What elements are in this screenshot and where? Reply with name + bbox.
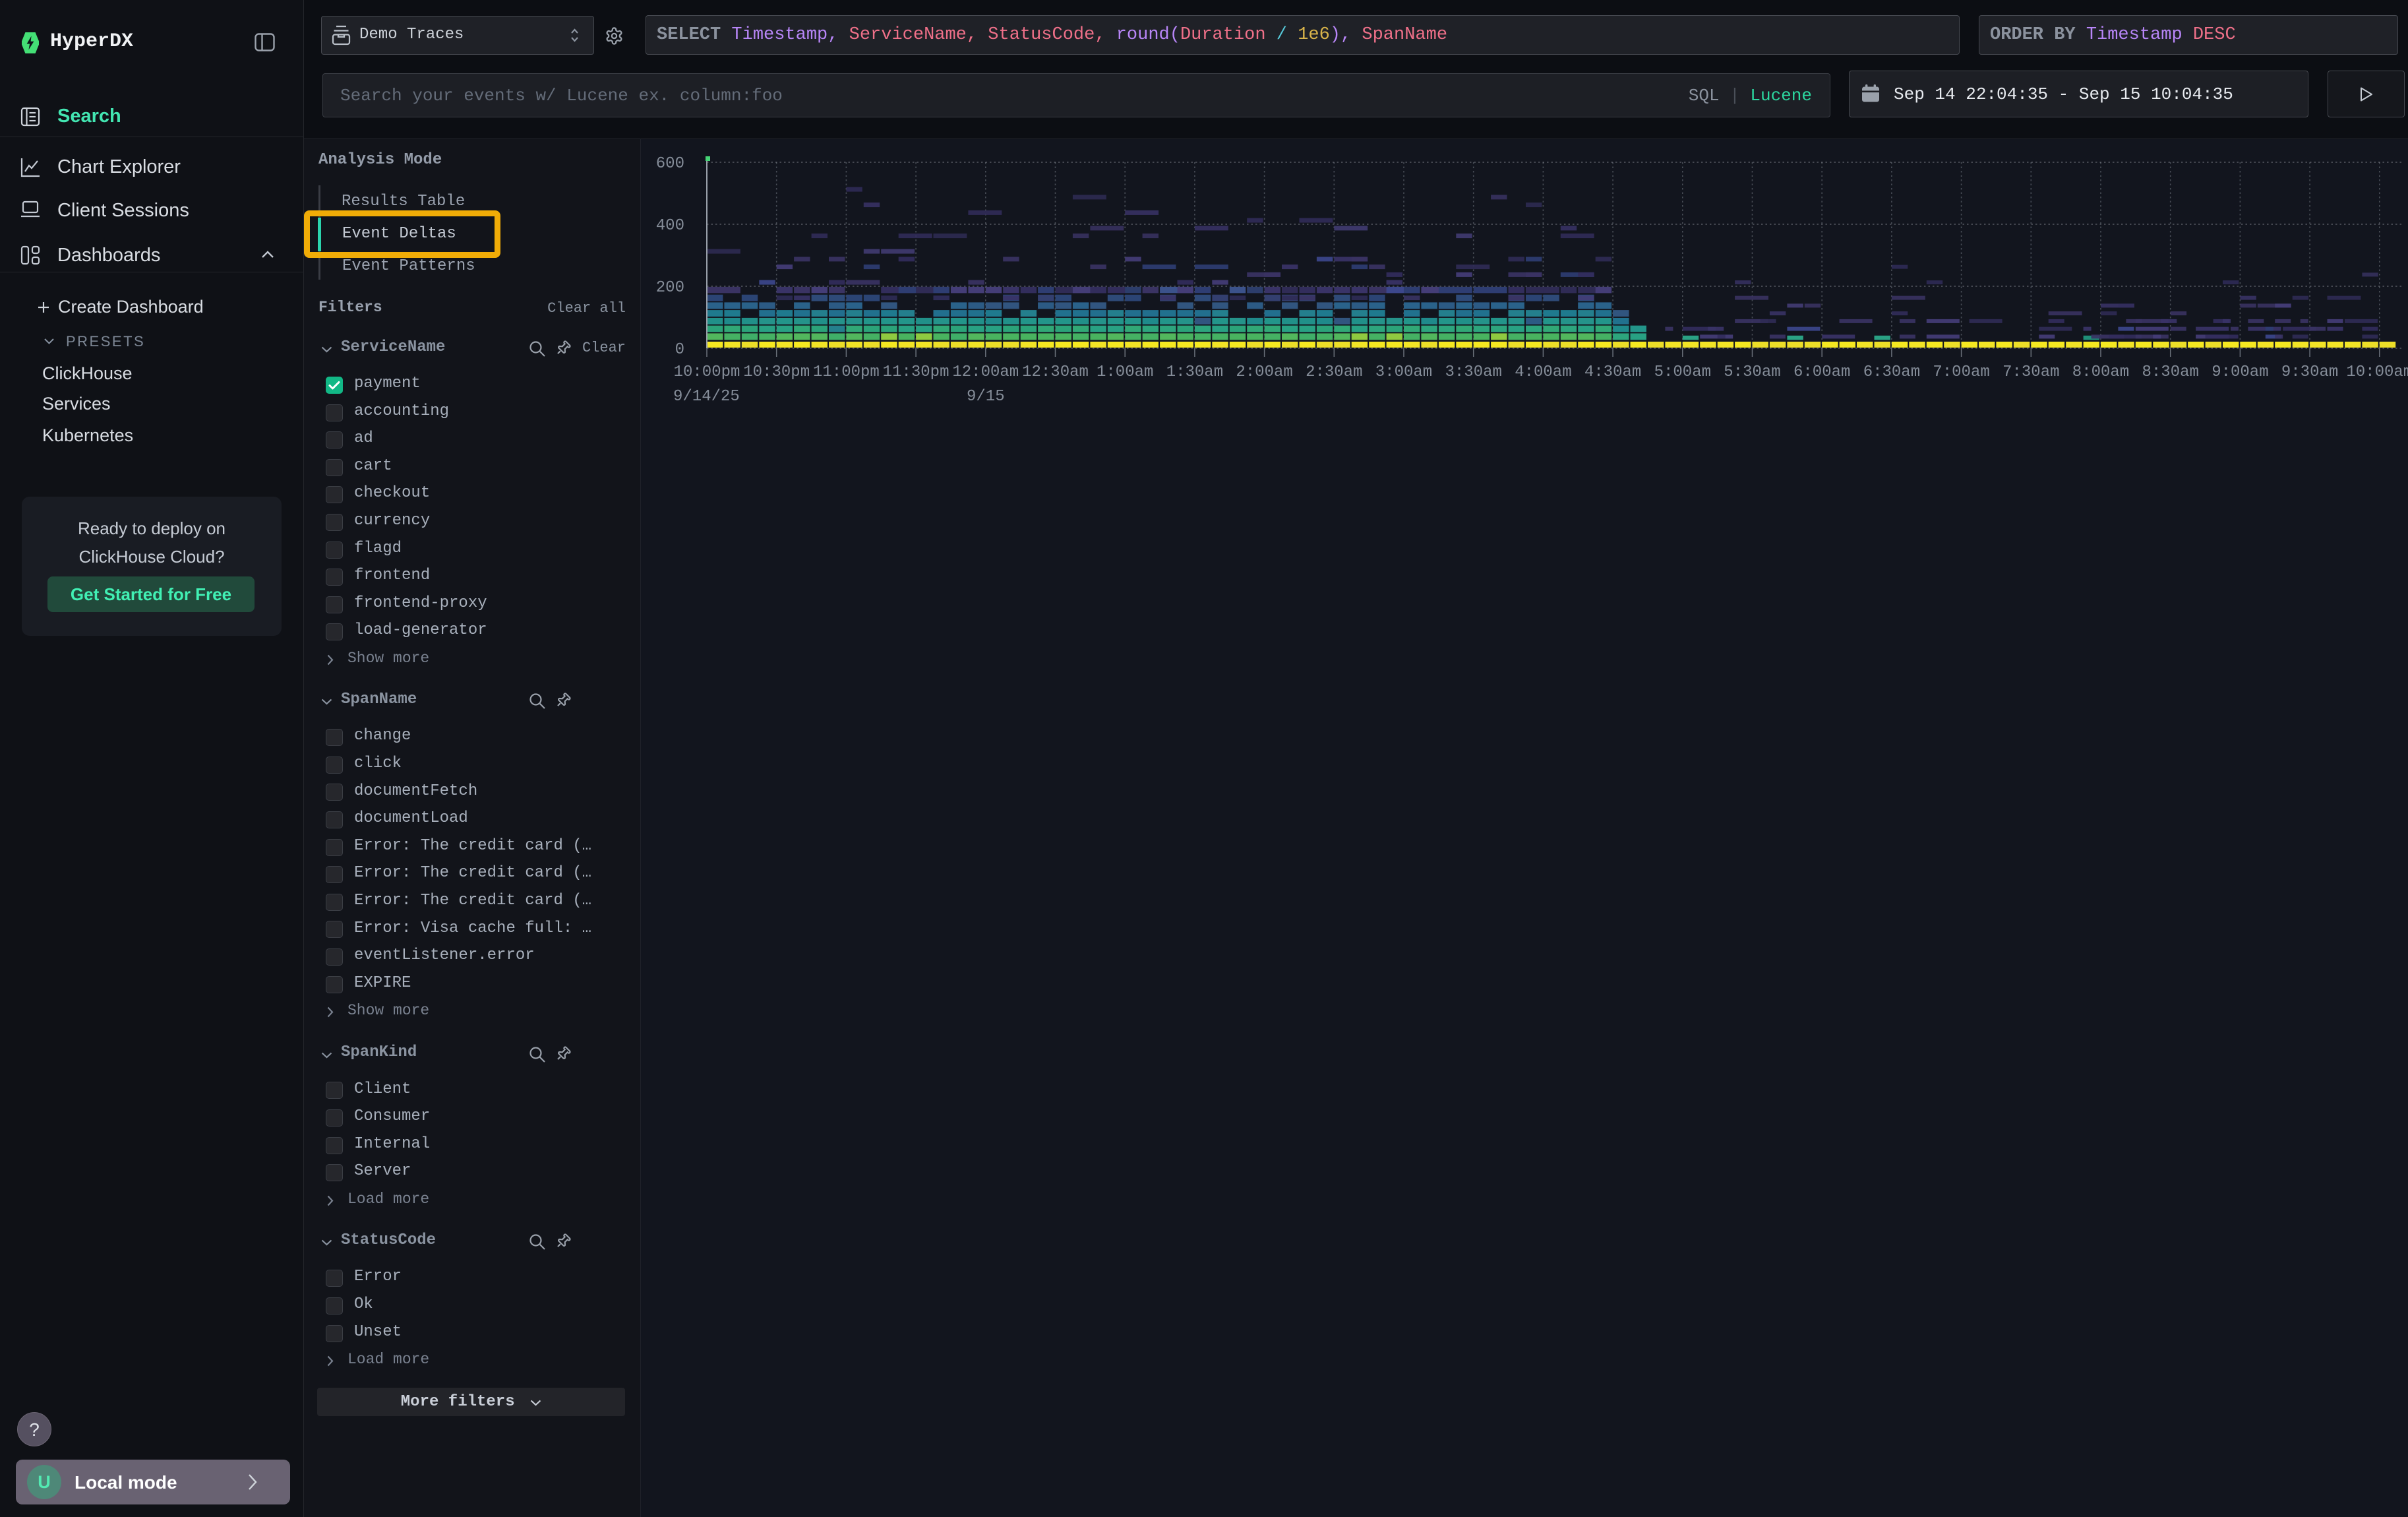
svg-text:0: 0 — [675, 341, 684, 359]
svg-text:3:00am: 3:00am — [1375, 363, 1432, 381]
svg-text:10:30pm: 10:30pm — [743, 363, 810, 381]
svg-text:5:30am: 5:30am — [1724, 363, 1780, 381]
svg-text:11:30pm: 11:30pm — [883, 363, 949, 381]
svg-text:200: 200 — [656, 279, 684, 297]
svg-text:600: 600 — [656, 155, 684, 173]
svg-text:12:30am: 12:30am — [1022, 363, 1089, 381]
svg-text:4:00am: 4:00am — [1515, 363, 1571, 381]
svg-text:9/15: 9/15 — [967, 388, 1005, 406]
svg-text:7:30am: 7:30am — [2002, 363, 2059, 381]
svg-text:11:00pm: 11:00pm — [813, 363, 880, 381]
svg-text:7:00am: 7:00am — [1933, 363, 1989, 381]
svg-text:6:30am: 6:30am — [1863, 363, 1920, 381]
svg-text:8:00am: 8:00am — [2072, 363, 2129, 381]
svg-text:1:00am: 1:00am — [1097, 363, 1153, 381]
svg-text:8:30am: 8:30am — [2142, 363, 2198, 381]
svg-text:9/14/25: 9/14/25 — [673, 388, 740, 406]
svg-text:4:30am: 4:30am — [1584, 363, 1641, 381]
svg-text:2:00am: 2:00am — [1236, 363, 1292, 381]
svg-text:9:00am: 9:00am — [2212, 363, 2268, 381]
svg-text:6:00am: 6:00am — [1793, 363, 1850, 381]
svg-text:10:00am: 10:00am — [2346, 363, 2408, 381]
svg-text:3:30am: 3:30am — [1445, 363, 1501, 381]
svg-text:9:30am: 9:30am — [2281, 363, 2338, 381]
svg-text:400: 400 — [656, 217, 684, 235]
svg-text:10:00pm: 10:00pm — [674, 363, 740, 381]
svg-text:12:00am: 12:00am — [952, 363, 1019, 381]
svg-text:1:30am: 1:30am — [1166, 363, 1223, 381]
svg-text:5:00am: 5:00am — [1654, 363, 1711, 381]
svg-text:2:30am: 2:30am — [1306, 363, 1362, 381]
